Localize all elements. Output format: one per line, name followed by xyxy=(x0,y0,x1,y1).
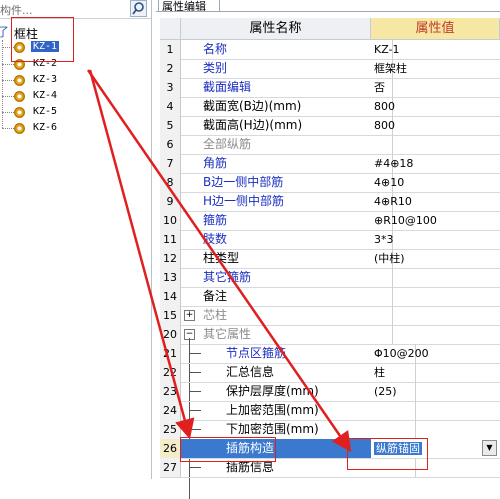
arrow-to-value xyxy=(86,69,352,453)
annotation-arrows xyxy=(86,69,352,453)
arrow-to-name xyxy=(88,69,195,440)
